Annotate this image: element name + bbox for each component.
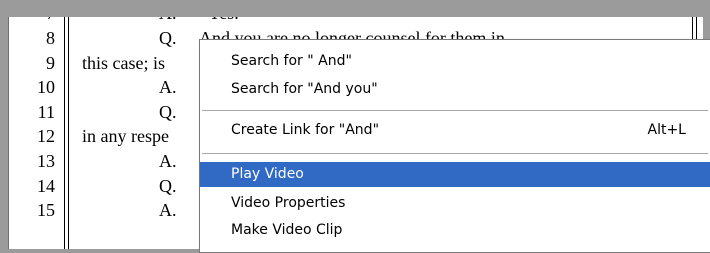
speaker-label: A. [159, 17, 177, 25]
menu-item-label: Create Link for "And" [231, 122, 380, 138]
line-number: 9 [46, 53, 55, 73]
line-number: 12 [37, 126, 55, 146]
menu-separator [202, 153, 708, 154]
menu-item-video-properties[interactable]: Video Properties [200, 191, 710, 216]
transcript-line[interactable]: 7 A. Yes. [9, 17, 703, 25]
line-number: 10 [37, 77, 55, 97]
line-number: 13 [37, 151, 55, 171]
line-text: this case; is [82, 53, 165, 73]
menu-item-label: Video Properties [231, 195, 346, 211]
context-menu: Search for " And" Search for "And you" C… [199, 39, 710, 253]
menu-item-play-video[interactable]: Play Video [200, 162, 710, 187]
line-number: 8 [46, 28, 55, 48]
menu-item-label: Search for " And" [231, 53, 352, 69]
speaker-label: A. [159, 151, 177, 171]
menu-item-create-link[interactable]: Create Link for "And" Alt+L [200, 118, 710, 143]
menu-item-search-and-you[interactable]: Search for "And you" [200, 77, 710, 102]
menu-item-search-and[interactable]: Search for " And" [200, 49, 710, 74]
speaker-label: A. [159, 77, 177, 97]
line-text: Yes. [208, 17, 239, 25]
speaker-label: Q. [159, 176, 177, 196]
line-number: 7 [9, 17, 55, 25]
menu-item-label: Search for "And you" [231, 81, 378, 97]
speaker-label: A. [159, 200, 177, 220]
menu-item-label: Play Video [231, 166, 304, 182]
speaker-label: Q. [159, 102, 177, 122]
menu-item-make-video-clip[interactable]: Make Video Clip [200, 218, 710, 243]
menu-item-label: Make Video Clip [231, 222, 343, 238]
line-number: 11 [37, 102, 55, 122]
line-number: 14 [37, 176, 55, 196]
speaker-label: Q. [159, 28, 177, 48]
menu-separator [202, 110, 708, 111]
menu-item-shortcut: Alt+L [647, 122, 687, 138]
line-number: 15 [37, 200, 55, 220]
line-text: in any respe [82, 126, 169, 146]
